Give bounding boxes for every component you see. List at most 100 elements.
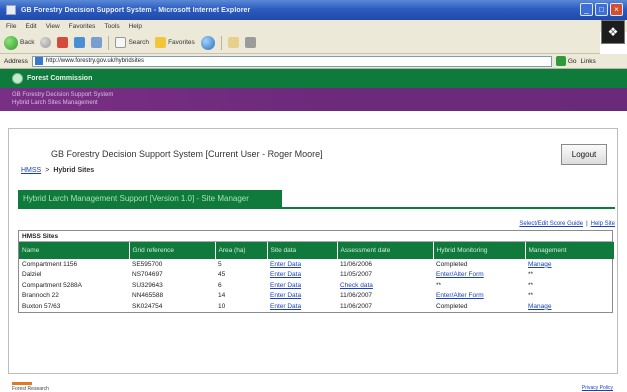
enter-data-link[interactable]: Enter Data [270,261,301,268]
browser-toolbar: Back Search Favorites [0,32,600,54]
cell-assessment-date: 11/06/2007 [340,302,373,310]
search-label: Search [128,39,150,46]
minimize-button[interactable]: _ [580,3,593,16]
sites-table: HMSS Sites Name Grid reference Area (ha)… [18,230,615,313]
table-row: Compartment 1156 SE595700 5 Enter Data 1… [19,259,614,270]
table-row: Brannoch 22 NN465588 14 Enter Data 11/06… [19,291,614,302]
cell-area: 5 [218,260,222,268]
media-icon[interactable] [200,35,215,50]
cell-grid-reference: SK024754 [132,302,163,310]
menu-favorites[interactable]: Favorites [69,23,96,30]
table-row: Compartment 5288A SU329643 6 Enter Data … [19,280,614,291]
favorites-label: Favorites [168,39,195,46]
breadcrumb-separator: > [45,167,50,174]
links-label[interactable]: Links [581,58,596,65]
print-icon[interactable] [244,37,256,48]
enter-data-link[interactable]: Enter Data [270,292,301,299]
windows-logo-icon: ❖ [601,20,625,44]
column-header-name[interactable]: Name [19,242,130,259]
cell-name: Buxton 57/63 [22,302,61,310]
column-header-management[interactable]: Management [525,242,615,259]
cell-area: 10 [218,302,226,310]
go-arrow-icon [555,56,566,66]
back-label: Back [20,39,35,46]
go-button[interactable]: Go [555,56,577,66]
back-button[interactable]: Back [4,35,35,50]
mail-icon[interactable] [227,37,239,48]
stop-icon[interactable] [57,37,69,48]
menu-view[interactable]: View [46,23,60,30]
enter-data-link[interactable]: Enter Data [270,282,301,289]
favorites-button[interactable]: Favorites [155,37,195,48]
footer-logo: Forest Research [12,382,49,392]
cell-management: ** [528,271,534,279]
cell-assessment-date: 11/05/2007 [340,271,373,279]
window-title: GB Forestry Decision Support System - Mi… [21,6,251,14]
close-button[interactable]: × [610,3,623,16]
menu-edit[interactable]: Edit [25,23,36,30]
brand-name: Forest Commission [27,75,93,82]
ie-icon [6,5,16,15]
breadcrumb: HMSS > Hybrid Sites [21,167,94,174]
subtitle-band: GB Forestry Decision Support System Hybr… [0,88,627,111]
column-header-grid-reference[interactable]: Grid reference [129,242,216,259]
page-title: GB Forestry Decision Support System [Cur… [51,149,323,159]
subtitle-line-2: Hybrid Larch Sites Management [12,100,98,106]
maximize-button[interactable]: □ [595,3,608,16]
column-header-hybrid-monitoring[interactable]: Hybrid Monitoring [433,242,526,259]
menu-tools[interactable]: Tools [104,23,119,30]
forward-button[interactable] [40,37,52,48]
address-bar: Address http://www.forestry.gov.uk/hybri… [0,54,627,69]
site-header: Forest Commission GB Forestry Decision S… [0,69,627,111]
address-label: Address [4,57,28,65]
manage-link[interactable]: Manage [528,261,552,268]
forward-arrow-icon [40,37,52,48]
cell-assessment-date: 11/06/2006 [340,260,373,268]
enter-data-link[interactable]: Enter Data [270,303,301,310]
breadcrumb-home-link[interactable]: HMSS [21,167,41,174]
footer-link[interactable]: Privacy Policy [582,385,613,391]
cell-assessment-date: 11/06/2007 [340,292,373,300]
enter-alter-form-link[interactable]: Enter/Alter Form [436,292,484,299]
brand-logo-icon [12,73,23,84]
cell-area: 14 [218,292,226,300]
page-icon [34,57,43,65]
subtitle-line-1: GB Forestry Decision Support System [12,92,114,98]
menu-help[interactable]: Help [129,23,142,30]
window-titlebar: GB Forestry Decision Support System - Mi… [0,0,627,20]
brand-band: Forest Commission [0,69,627,88]
back-arrow-icon [4,35,18,50]
top-links: Select/Edit Score Guide | Help Site [519,221,615,227]
cell-name: Brannoch 22 [22,292,59,300]
cell-area: 6 [218,281,222,289]
manage-link[interactable]: Manage [528,303,552,310]
search-button[interactable]: Search [115,37,149,48]
go-label: Go [567,57,577,65]
home-icon[interactable] [91,37,103,48]
cell-grid-reference: SU329643 [132,281,163,289]
section-tab: Hybrid Larch Management Support [Version… [18,190,282,207]
section-divider [18,207,615,209]
cell-grid-reference: SE595700 [132,260,163,268]
cell-grid-reference: NN465588 [132,292,164,300]
enter-alter-form-link[interactable]: Enter/Alter Form [436,271,484,278]
menu-bar: File Edit View Favorites Tools Help [0,20,627,32]
refresh-icon[interactable] [74,37,86,48]
column-header-site-data[interactable]: Site data [267,242,338,259]
menu-file[interactable]: File [6,23,16,30]
column-header-area[interactable]: Area (ha) [215,242,268,259]
table-row: Dalziel NS704697 45 Enter Data 11/05/200… [19,270,614,281]
cell-area: 45 [218,271,226,279]
column-header-assessment-date[interactable]: Assessment date [337,242,434,259]
cell-management: ** [528,281,534,289]
sites-grid: Name Grid reference Area (ha) Site data … [19,242,615,312]
address-input[interactable]: http://www.forestry.gov.uk/hybridsites [31,55,552,67]
star-icon [155,37,167,48]
top-links-separator: | [586,221,588,227]
score-guide-link[interactable]: Select/Edit Score Guide [519,221,583,227]
logout-button[interactable]: Logout [561,144,607,165]
check-data-link[interactable]: Check data [340,282,373,289]
enter-data-link[interactable]: Enter Data [270,271,301,278]
help-site-link[interactable]: Help Site [591,221,615,227]
cell-management: ** [528,292,534,300]
